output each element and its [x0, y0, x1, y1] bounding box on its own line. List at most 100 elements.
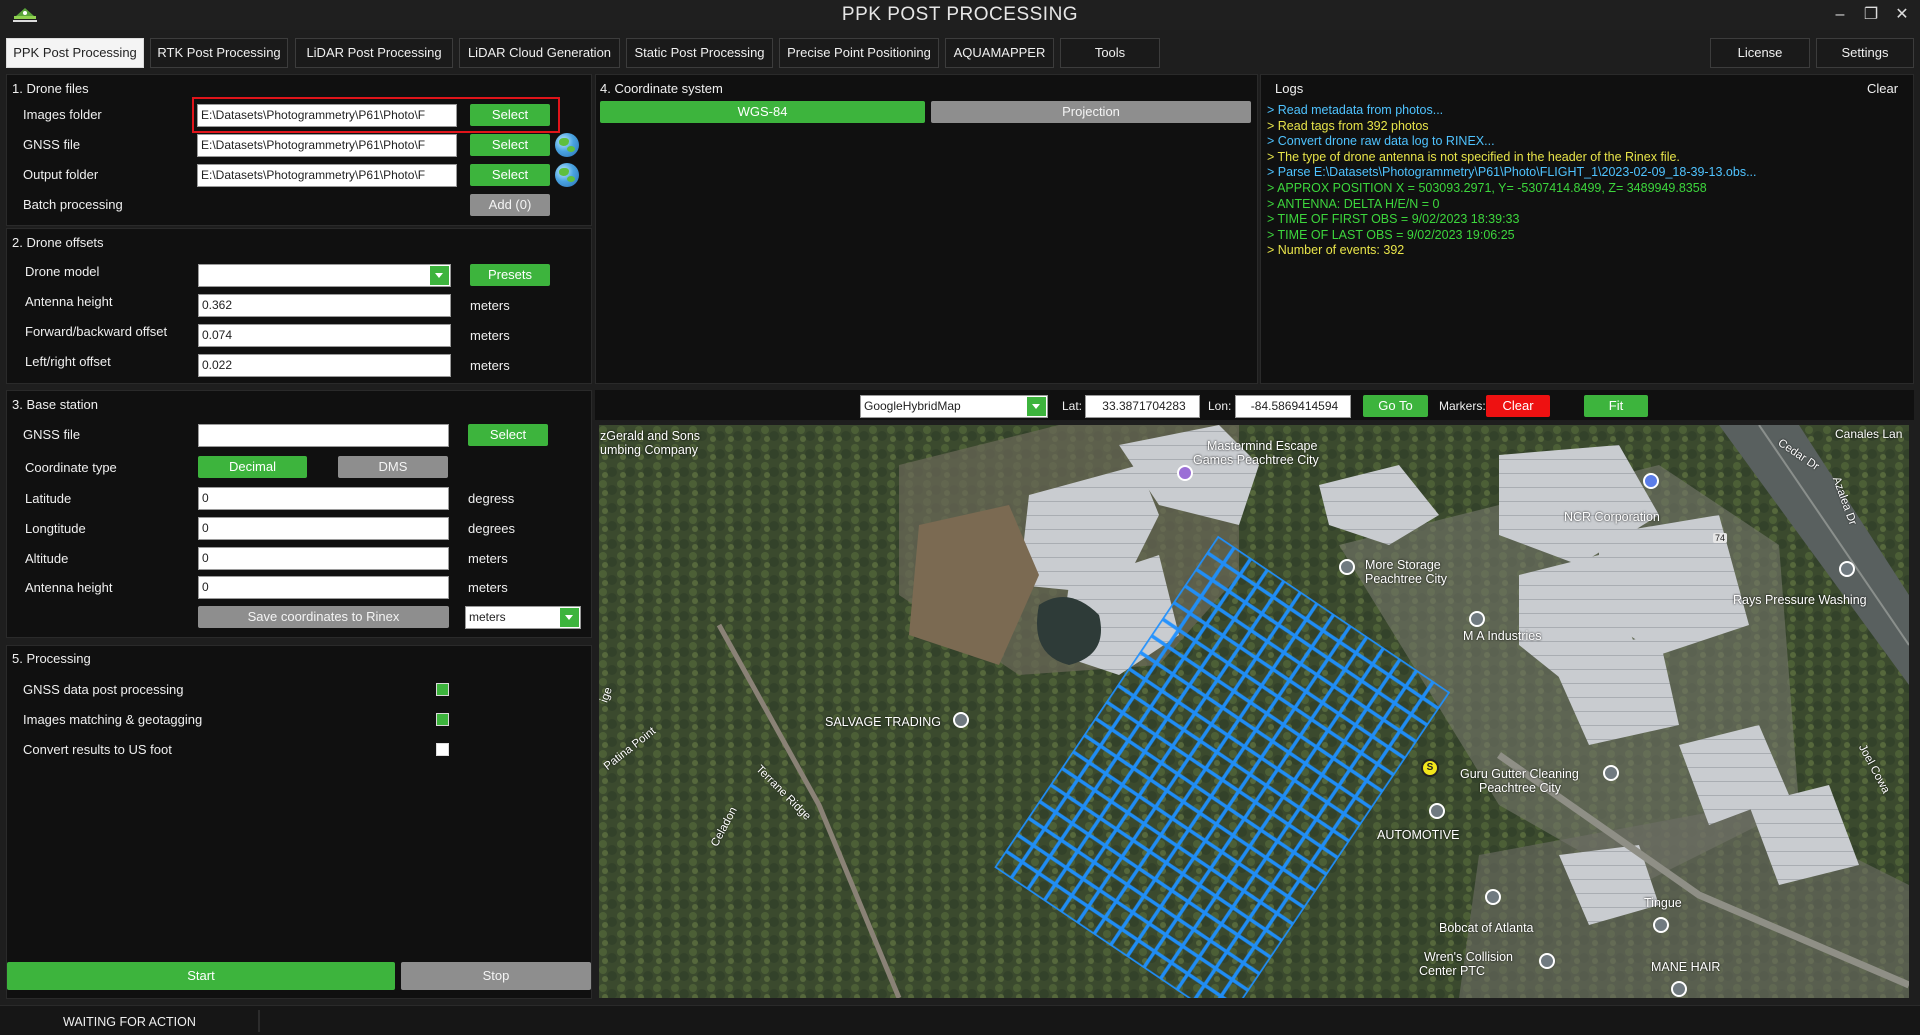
- tab-precise-point-positioning[interactable]: Precise Point Positioning: [779, 38, 939, 68]
- map-place-label: Rays Pressure Washing: [1733, 593, 1867, 607]
- tab-static-post-processing[interactable]: Static Post Processing: [626, 38, 773, 68]
- start-marker-icon[interactable]: S: [1421, 759, 1439, 777]
- batch-processing-label: Batch processing: [23, 197, 123, 212]
- map-pin-icon[interactable]: [953, 712, 969, 728]
- antenna-height-unit: meters: [470, 298, 510, 313]
- forward-offset-label: Forward/backward offset: [25, 324, 168, 339]
- latitude-input[interactable]: 0: [198, 487, 449, 510]
- tab-settings[interactable]: Settings: [1816, 38, 1914, 68]
- base-station-panel: 3. Base station GNSS file Select Coordin…: [6, 390, 592, 638]
- map-pin-icon[interactable]: [1839, 561, 1855, 577]
- map-pin-icon[interactable]: [1469, 611, 1485, 627]
- map-road-label: Canales Lan: [1835, 427, 1903, 441]
- map-pin-icon[interactable]: [1603, 765, 1619, 781]
- tab-aquamapper[interactable]: AQUAMAPPER: [945, 38, 1054, 68]
- drone-offsets-panel: 2. Drone offsets Drone model Presets Ant…: [6, 228, 592, 384]
- map-pin-icon[interactable]: [1653, 917, 1669, 933]
- map-place-label: umbing Company: [600, 443, 698, 457]
- map-place-label: More Storage: [1365, 558, 1441, 572]
- logs-title: Logs: [1275, 81, 1304, 96]
- tab-lidar-cloud-generation[interactable]: LiDAR Cloud Generation: [459, 38, 620, 68]
- images-folder-label: Images folder: [23, 107, 102, 122]
- batch-add-button[interactable]: Add (0): [470, 194, 550, 216]
- unit-select-value: meters: [469, 610, 506, 624]
- longitude-input[interactable]: 0: [198, 517, 449, 540]
- base-antenna-height-unit: meters: [468, 580, 508, 595]
- base-antenna-height-input[interactable]: 0: [198, 576, 449, 599]
- drone-files-panel: 1. Drone files Images folder E:\Datasets…: [6, 74, 592, 226]
- map-pin-icon[interactable]: [1177, 465, 1193, 481]
- start-button[interactable]: Start: [7, 962, 395, 990]
- map-place-label: M A Industries: [1463, 629, 1542, 643]
- log-line: > Read metadata from photos...: [1267, 103, 1444, 117]
- map-place-label: NCR Corporation: [1564, 510, 1660, 524]
- save-coordinates-button[interactable]: Save coordinates to Rinex: [198, 606, 449, 628]
- images-folder-input[interactable]: E:\Datasets\Photogrammetry\P61\Photo\F: [197, 104, 457, 127]
- base-gnss-file-input[interactable]: [198, 424, 449, 447]
- wgs84-button[interactable]: WGS-84: [600, 101, 925, 123]
- lon-label: Lon:: [1208, 399, 1232, 413]
- tab-lidar-post-processing[interactable]: LiDAR Post Processing: [295, 38, 453, 68]
- window-title: PPK POST PROCESSING: [841, 4, 1079, 25]
- logs-clear-button[interactable]: Clear: [1867, 81, 1898, 96]
- fit-button[interactable]: Fit: [1584, 395, 1648, 417]
- gnss-processing-label: GNSS data post processing: [23, 682, 184, 697]
- output-folder-input[interactable]: E:\Datasets\Photogrammetry\P61\Photo\F: [197, 164, 457, 187]
- dms-button[interactable]: DMS: [338, 456, 448, 478]
- close-icon[interactable]: ✕: [1890, 4, 1914, 26]
- altitude-input[interactable]: 0: [198, 547, 449, 570]
- map-provider-select[interactable]: GoogleHybridMap: [860, 395, 1048, 418]
- chevron-down-icon[interactable]: [560, 608, 579, 627]
- globe-icon[interactable]: [555, 163, 579, 187]
- goto-button[interactable]: Go To: [1363, 395, 1428, 417]
- presets-button[interactable]: Presets: [470, 264, 550, 286]
- gnss-file-input[interactable]: E:\Datasets\Photogrammetry\P61\Photo\F: [197, 134, 457, 157]
- restore-icon[interactable]: ❐: [1859, 4, 1883, 26]
- lat-input[interactable]: 33.3871704283: [1085, 395, 1200, 418]
- map-pin-icon[interactable]: [1539, 953, 1555, 969]
- drone-model-select[interactable]: [198, 264, 451, 287]
- unit-select[interactable]: meters: [465, 606, 581, 629]
- map-place-label: Guru Gutter Cleaning: [1460, 767, 1579, 781]
- tab-rtk-post-processing[interactable]: RTK Post Processing: [150, 38, 288, 68]
- chevron-down-icon[interactable]: [1027, 397, 1046, 416]
- projection-button[interactable]: Projection: [931, 101, 1251, 123]
- map-place-label: MANE HAIR: [1651, 960, 1721, 974]
- leftright-offset-input[interactable]: 0.022: [198, 354, 451, 377]
- stop-button[interactable]: Stop: [401, 962, 591, 990]
- chevron-down-icon[interactable]: [430, 266, 449, 285]
- antenna-height-input[interactable]: 0.362: [198, 294, 451, 317]
- map-place-label: Mastermind Escape: [1207, 439, 1318, 453]
- map-pin-icon[interactable]: [1339, 559, 1355, 575]
- minimize-icon[interactable]: –: [1828, 4, 1852, 26]
- us-foot-checkbox[interactable]: [436, 743, 449, 756]
- coordinate-system-panel: 4. Coordinate system WGS-84 Projection: [595, 74, 1258, 384]
- gnss-file-select-button[interactable]: Select: [470, 134, 550, 156]
- images-matching-checkbox[interactable]: [436, 713, 449, 726]
- log-line: > Read tags from 392 photos: [1267, 118, 1429, 133]
- map-pin-icon[interactable]: [1643, 473, 1659, 489]
- base-gnss-select-button[interactable]: Select: [468, 424, 548, 446]
- antenna-height-label: Antenna height: [25, 294, 113, 309]
- gnss-processing-checkbox[interactable]: [436, 683, 449, 696]
- map-toolbar: GoogleHybridMap Lat: 33.3871704283 Lon: …: [595, 390, 1914, 420]
- forward-offset-input[interactable]: 0.074: [198, 324, 451, 347]
- globe-icon[interactable]: [555, 133, 579, 157]
- output-folder-select-button[interactable]: Select: [470, 164, 550, 186]
- clear-markers-button[interactable]: Clear: [1486, 395, 1550, 417]
- map-place-label: Peachtree City: [1479, 781, 1561, 795]
- map-place-label: Wren's Collision: [1424, 950, 1513, 964]
- map-pin-icon[interactable]: [1671, 981, 1687, 997]
- lon-input[interactable]: -84.5869414594: [1235, 395, 1351, 418]
- title-bar: PPK POST PROCESSING – ❐ ✕: [0, 0, 1920, 30]
- images-folder-select-button[interactable]: Select: [470, 104, 550, 126]
- satellite-map[interactable]: [599, 425, 1909, 998]
- map-pin-icon[interactable]: [1429, 803, 1445, 819]
- tab-tools[interactable]: Tools: [1060, 38, 1160, 68]
- map-place-label: Tingue: [1644, 896, 1682, 910]
- decimal-button[interactable]: Decimal: [198, 456, 307, 478]
- map-view[interactable]: zGerald and Sons umbing Company Mastermi…: [599, 425, 1909, 998]
- map-pin-icon[interactable]: [1485, 889, 1501, 905]
- tab-license[interactable]: License: [1710, 38, 1810, 68]
- tab-ppk-post-processing[interactable]: PPK Post Processing: [6, 38, 144, 68]
